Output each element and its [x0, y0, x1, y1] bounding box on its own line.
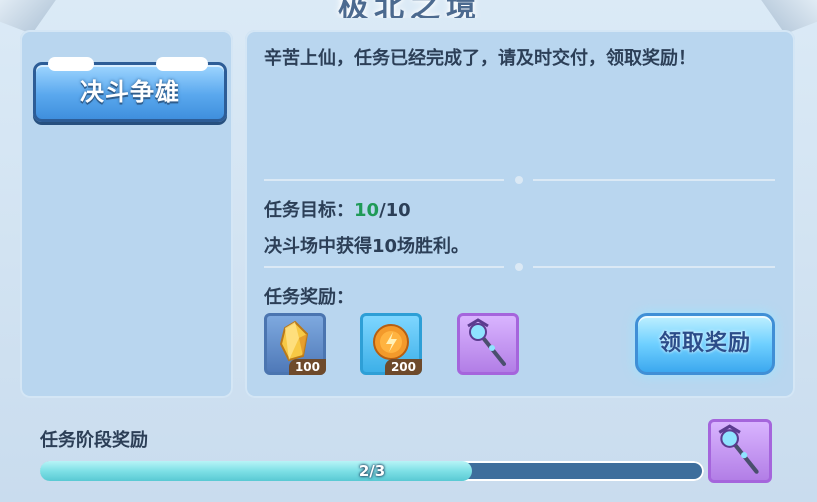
snow-cap-decoration [156, 57, 208, 71]
divider [533, 266, 775, 268]
frost-corner-left-decoration [0, 0, 60, 34]
divider [264, 266, 504, 268]
quest-goal-current: 10 [354, 200, 380, 221]
frost-corner-right-decoration [757, 0, 817, 34]
quest-goal-description: 决斗场中获得10场胜利。 [264, 236, 470, 257]
quest-goal: 任务目标：10/10 [264, 196, 411, 222]
snow-cap-decoration [48, 57, 94, 71]
reward-item-coin[interactable]: 200 [360, 313, 422, 375]
window-title: 极北之境 [338, 0, 482, 18]
reward-item-quantity: 100 [288, 359, 326, 375]
reward-item-quantity: 200 [384, 359, 422, 375]
magic-staff-icon [467, 318, 506, 366]
quest-detail-panel: 辛苦上仙，任务已经完成了，请及时交付，领取奖励！ 任务目标：10/10 决斗场中… [245, 30, 795, 398]
quest-goal-label: 任务目标： [264, 200, 354, 221]
tab-duel[interactable]: 决斗争雄 [33, 57, 227, 122]
quest-list-panel: 决斗争雄 [20, 30, 233, 398]
stage-reward-label: 任务阶段奖励 [40, 430, 148, 451]
game-window: 极北之境 决斗争雄 辛苦上仙，任务已经完成了，请及时交付，领取奖励！ 任务目标：… [0, 0, 817, 502]
stage-progress-text: 2/3 [358, 462, 386, 480]
divider-dot [515, 176, 523, 184]
reward-item-crystal[interactable]: 100 [264, 313, 326, 375]
reward-item-staff[interactable] [457, 313, 519, 375]
claim-reward-button[interactable]: 领取奖励 [635, 313, 775, 375]
divider [264, 179, 504, 181]
divider-dot [515, 263, 523, 271]
magic-staff-icon [718, 424, 759, 474]
divider [533, 179, 775, 181]
tab-duel-label: 决斗争雄 [80, 78, 180, 106]
stage-progress-bar: 2/3 [40, 461, 704, 481]
quest-goal-total: 10 [385, 200, 411, 221]
quest-goal-separator: / [379, 200, 386, 221]
stage-reward-item[interactable] [708, 419, 772, 483]
quest-dialog-text: 辛苦上仙，任务已经完成了，请及时交付，领取奖励！ [264, 48, 696, 69]
quest-reward-label: 任务奖励： [264, 287, 354, 308]
